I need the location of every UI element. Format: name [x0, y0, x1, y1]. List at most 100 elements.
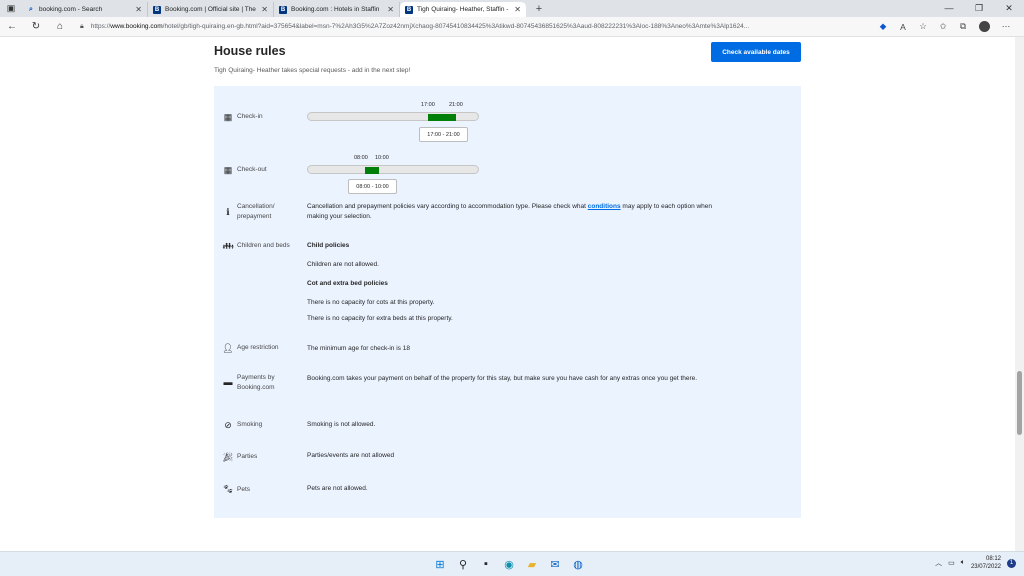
tab-booking-hotels[interactable]: B Booking.com : Hotels in Staffin ✕	[274, 2, 400, 17]
close-tab-icon[interactable]: ✕	[514, 5, 521, 14]
booking-favicon-icon: B	[279, 5, 287, 14]
url-scheme: https://	[90, 23, 111, 30]
check-available-dates-button[interactable]: Check available dates	[711, 42, 801, 62]
children-not-allowed: Children are not allowed.	[307, 261, 379, 268]
checkout-timeline	[307, 165, 479, 174]
close-tab-icon[interactable]: ✕	[135, 5, 142, 14]
tab-strip: ▣ ⌕ booking.com - Search ✕ B Booking.com…	[0, 0, 1024, 17]
tab-booking-search[interactable]: ⌕ booking.com - Search ✕	[22, 2, 148, 17]
checkin-end-tick: 21:00	[449, 102, 463, 108]
toolbar-actions: ◆ A ☆ ✩ ⧉ ⋯	[873, 21, 1024, 32]
home-icon[interactable]: ⌂	[48, 21, 72, 32]
tab-title: Booking.com : Hotels in Staffin	[291, 6, 380, 13]
cancellation-text: Cancellation and prepayment policies var…	[307, 202, 712, 222]
tab-title: booking.com - Search	[39, 6, 103, 13]
collections-icon[interactable]: ⧉	[953, 21, 973, 32]
payments-label-line2: Booking.com	[237, 384, 275, 391]
checkin-range-bubble: 17:00 - 21:00	[419, 127, 468, 142]
checkin-label: Check-in	[237, 113, 263, 120]
checkout-time-window	[365, 167, 379, 174]
parties-text: Parties/events are not allowed	[307, 452, 395, 459]
windows-taskbar: ⊞ ⚲ ▪ ◉ ▰ ✉ ◍ ︿ ▭ 🔈︎ 08:12 23/07/2022 1	[0, 551, 1024, 576]
tab-actions-icon[interactable]: ▣	[0, 0, 22, 17]
payment-card-icon: ▬	[223, 377, 233, 387]
smoking-text: Smoking is not allowed.	[307, 421, 376, 428]
calendar-icon: ▦	[223, 111, 233, 122]
tab-tigh-quiraing[interactable]: B Tigh Quiraing- Heather, Staffin - ✕	[400, 2, 526, 17]
edge-browser-icon[interactable]: ◉	[501, 556, 517, 572]
house-rules-panel: ▦ Check-in 17:00 21:00 17:00 - 21:00 ▦ C…	[214, 86, 801, 518]
family-icon: 👪︎	[222, 240, 234, 251]
checkin-timeline	[307, 112, 479, 121]
cancellation-label-line1: Cancellation/	[237, 203, 275, 210]
no-extra-beds-text: There is no capacity for extra beds at t…	[307, 315, 453, 322]
search-icon: ⌕	[29, 5, 33, 13]
profile-avatar[interactable]	[979, 21, 990, 32]
network-icon[interactable]: ▭	[948, 559, 955, 567]
volume-icon[interactable]: 🔈︎	[961, 559, 965, 567]
clock-date: 23/07/2022	[970, 564, 1001, 570]
payments-label-line1: Payments by	[237, 374, 275, 381]
mail-icon[interactable]: ✉	[547, 556, 563, 572]
address-bar[interactable]: 🔒︎ https://www.booking.com/hotel/gb/tigh…	[80, 19, 870, 35]
read-aloud-icon[interactable]: A	[893, 22, 913, 32]
no-cots-text: There is no capacity for cots at this pr…	[307, 299, 435, 306]
parties-label: Parties	[237, 453, 258, 460]
close-tab-icon[interactable]: ✕	[261, 5, 268, 14]
url-path: /hotel/gb/tigh-quiraing.en-gb.html?aid=3…	[162, 23, 750, 30]
checkout-end-tick: 10:00	[375, 155, 389, 161]
pets-label: Pets	[237, 486, 251, 493]
file-explorer-icon[interactable]: ▰	[524, 556, 540, 572]
close-tab-icon[interactable]: ✕	[387, 5, 394, 14]
scrollbar-thumb[interactable]	[1017, 371, 1022, 435]
system-tray: ︿ ▭ 🔈︎ 08:12 23/07/2022 1	[935, 555, 1016, 571]
checkin-start-tick: 17:00	[421, 102, 435, 108]
checkout-label: Check-out	[237, 166, 267, 173]
search-icon[interactable]: ⚲	[455, 556, 471, 572]
refresh-icon[interactable]: ↻	[24, 21, 48, 32]
favorites-icon[interactable]: ✩	[933, 21, 953, 32]
age-restriction-label: Age restriction	[237, 344, 279, 351]
tab-booking-official[interactable]: B Booking.com | Official site | The ✕	[148, 2, 274, 17]
party-icon: 🎉︎	[222, 451, 234, 462]
children-label: Children and beds	[237, 242, 290, 249]
lock-icon: 🔒︎	[80, 22, 84, 30]
booking-favicon-icon: B	[405, 5, 413, 14]
close-window-icon[interactable]: ✕	[994, 0, 1024, 17]
task-view-icon[interactable]: ▪	[478, 556, 494, 572]
cancellation-label-line2: prepayment	[237, 213, 272, 220]
new-tab-icon[interactable]: +	[530, 3, 548, 15]
page-scrollbar[interactable]	[1015, 37, 1024, 551]
age-restriction-text: The minimum age for check-in is 18	[307, 345, 410, 352]
shopping-tag-icon[interactable]: ◆	[873, 21, 893, 32]
smoking-label: Smoking	[237, 421, 263, 428]
checkout-start-tick: 08:00	[354, 155, 368, 161]
special-requests-note: Tigh Quiraing- Heather takes special req…	[214, 67, 411, 74]
cancellation-text-line2: making your selection.	[307, 213, 372, 220]
restore-icon[interactable]: ❐	[964, 0, 994, 17]
clock[interactable]: 08:12 23/07/2022	[971, 555, 1001, 571]
window-controls: — ❐ ✕	[934, 0, 1024, 17]
favorite-star-icon[interactable]: ☆	[913, 21, 933, 32]
start-windows-icon[interactable]: ⊞	[432, 556, 448, 572]
no-smoking-icon: ⊘	[224, 419, 232, 430]
info-icon: ℹ	[226, 206, 230, 217]
address-toolbar: ← ↻ ⌂ 🔒︎ https://www.booking.com/hotel/g…	[0, 17, 1024, 37]
person-icon: 👤︎	[222, 342, 234, 353]
booking-favicon-icon: B	[153, 5, 161, 14]
conditions-link[interactable]: conditions	[588, 203, 621, 210]
minimize-icon[interactable]: —	[934, 0, 964, 17]
page-title: House rules	[214, 44, 286, 58]
notification-badge[interactable]: 1	[1007, 558, 1016, 568]
tab-title: Tigh Quiraing- Heather, Staffin -	[417, 6, 509, 13]
app-icon[interactable]: ◍	[570, 556, 586, 572]
chevron-up-icon[interactable]: ︿	[935, 558, 942, 568]
payments-label: Payments by Booking.com	[237, 373, 307, 393]
checkout-range-bubble: 08:00 - 10:00	[348, 179, 397, 194]
cancellation-text-after: may apply to each option when	[620, 203, 713, 210]
taskbar-apps: ⊞ ⚲ ▪ ◉ ▰ ✉ ◍	[432, 556, 586, 572]
calendar-icon: ▦	[223, 164, 233, 175]
more-menu-icon[interactable]: ⋯	[996, 21, 1016, 32]
cancellation-text-before: Cancellation and prepayment policies var…	[307, 203, 588, 210]
back-icon[interactable]: ←	[0, 21, 24, 32]
